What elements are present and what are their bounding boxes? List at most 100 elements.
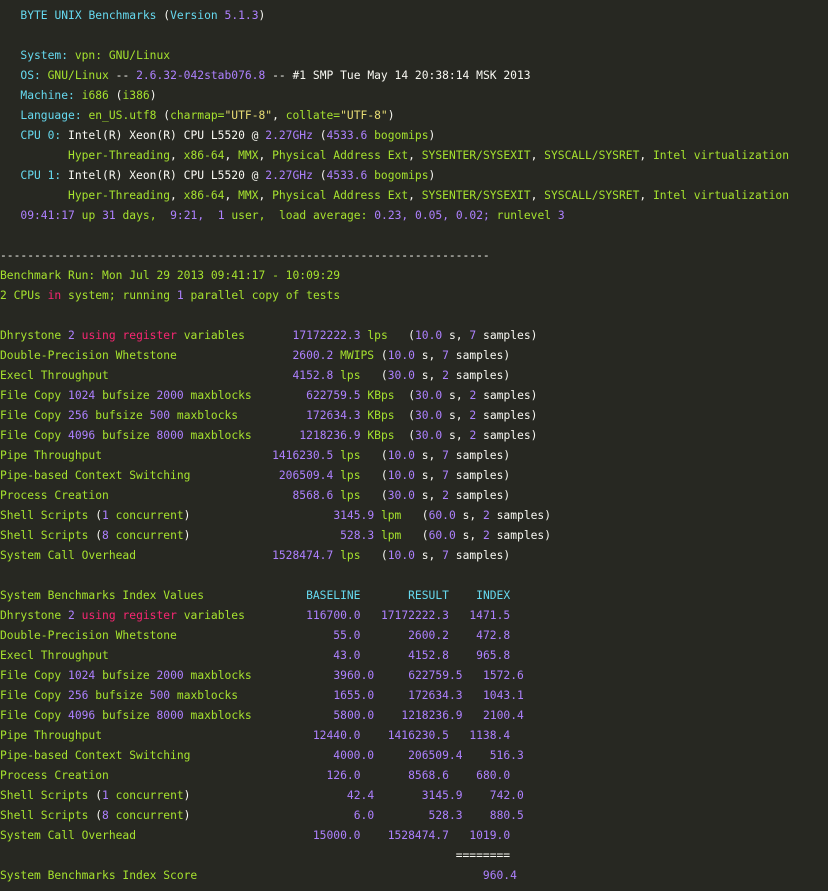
terminal-text-segment: MMX bbox=[238, 189, 259, 202]
terminal-text-segment: ( bbox=[401, 509, 429, 522]
terminal-text-segment: KBps bbox=[367, 389, 395, 402]
terminal-line: Pipe-based Context Switching 206509.4 lp… bbox=[0, 466, 828, 486]
terminal-text-segment: 10.0 bbox=[387, 549, 415, 562]
terminal-line: File Copy 4096 bufsize 8000 maxblocks 12… bbox=[0, 426, 828, 446]
terminal-text-segment: 8568.6 bbox=[408, 769, 449, 782]
terminal-text-segment: bufsize bbox=[95, 689, 143, 702]
terminal-text-segment: using register bbox=[81, 329, 177, 342]
terminal-text-segment: user, bbox=[231, 209, 266, 222]
terminal-text-segment: 10.0 bbox=[387, 349, 415, 362]
terminal-line: CPU 0: Intel(R) Xeon(R) CPU L5520 @ 2.27… bbox=[0, 126, 828, 146]
terminal-text-segment: Physical Address Ext bbox=[272, 149, 409, 162]
terminal-text-segment: 680.0 bbox=[476, 769, 511, 782]
terminal-text-segment: 2 bbox=[483, 509, 490, 522]
terminal-text-segment: en_US.utf8 bbox=[88, 109, 157, 122]
terminal-text-segment: 8 bbox=[102, 809, 109, 822]
terminal-text-segment: up bbox=[81, 209, 96, 222]
terminal-line: File Copy 4096 bufsize 8000 maxblocks 58… bbox=[0, 706, 828, 726]
terminal-text-segment: maxblocks bbox=[190, 709, 252, 722]
terminal-text-segment: KBps bbox=[367, 429, 395, 442]
terminal-text-segment: 1416230.5 bbox=[272, 449, 334, 462]
terminal-text-segment: ( bbox=[360, 549, 388, 562]
terminal-line: Shell Scripts (8 concurrent) 6.0 528.3 8… bbox=[0, 806, 828, 826]
terminal-text-segment: 1 bbox=[102, 509, 109, 522]
terminal-text-segment: 3145.9 bbox=[333, 509, 375, 522]
terminal-text-segment: ( bbox=[394, 389, 416, 402]
terminal-text-segment: Benchmark Run: bbox=[0, 269, 96, 282]
terminal-text-segment: system; bbox=[68, 289, 116, 302]
terminal-line: File Copy 1024 bufsize 2000 maxblocks 39… bbox=[0, 666, 828, 686]
terminal-text-segment: 8 bbox=[102, 529, 109, 542]
terminal-text-segment: 528.3 bbox=[428, 809, 463, 822]
terminal-text-segment: 2 bbox=[442, 489, 449, 502]
terminal-line: Pipe Throughput 12440.0 1416230.5 1138.4 bbox=[0, 726, 828, 746]
terminal-text-segment: Double-Precision Whetstone bbox=[0, 629, 177, 642]
terminal-text-segment: 9:21, bbox=[170, 209, 205, 222]
terminal-text-segment: 60.0 bbox=[428, 529, 456, 542]
terminal-line: Dhrystone 2 using register variables 116… bbox=[0, 606, 828, 626]
terminal-text-segment: 1655.0 bbox=[333, 689, 375, 702]
terminal-text-segment: 4096 bbox=[68, 709, 96, 722]
terminal-text-segment: samples) bbox=[448, 369, 511, 382]
terminal-line: Shell Scripts (1 concurrent) 42.4 3145.9… bbox=[0, 786, 828, 806]
terminal-text-segment: 1572.6 bbox=[483, 669, 524, 682]
terminal-text-segment: 7 bbox=[442, 549, 449, 562]
terminal-text-segment: 880.5 bbox=[489, 809, 524, 822]
terminal-line: 09:41:17 up 31 days, 9:21, 1 user, load … bbox=[0, 206, 828, 226]
terminal-text-segment: INDEX bbox=[476, 589, 511, 602]
terminal-text-segment: Physical Address Ext bbox=[272, 189, 409, 202]
terminal-text-segment: 10.0 bbox=[414, 329, 443, 342]
terminal-text-segment: Intel(R) Xeon(R) CPU L5520 bbox=[68, 169, 245, 182]
terminal-text-segment: Execl Throughput bbox=[0, 369, 109, 382]
terminal-text-segment: s, bbox=[442, 329, 470, 342]
terminal-text-segment: samples) bbox=[448, 349, 511, 362]
terminal-text-segment: lpm bbox=[380, 509, 402, 522]
terminal-text-segment: Pipe Throughput bbox=[0, 449, 103, 462]
terminal-text-segment: SYSCALL/SYSRET bbox=[544, 189, 640, 202]
terminal-text-segment: 172634.3 bbox=[306, 409, 361, 422]
terminal-line: ======== bbox=[0, 846, 828, 866]
terminal-text-segment: 965.8 bbox=[476, 649, 511, 662]
terminal-text-segment: 30.0 bbox=[415, 429, 443, 442]
terminal-text-segment: 742.0 bbox=[489, 789, 524, 802]
terminal-text-segment: ( bbox=[387, 329, 415, 342]
terminal-text-segment: samples) bbox=[476, 409, 538, 422]
terminal-text-segment: Shell Scripts bbox=[0, 509, 89, 522]
terminal-text-segment: ) bbox=[428, 129, 436, 142]
terminal-text-segment: Dhrystone bbox=[0, 329, 62, 342]
terminal-text-segment: , bbox=[639, 189, 653, 202]
terminal-text-segment: Process Creation bbox=[0, 769, 109, 782]
terminal-text-segment: ( bbox=[156, 109, 171, 122]
terminal-line: Process Creation 126.0 8568.6 680.0 bbox=[0, 766, 828, 786]
